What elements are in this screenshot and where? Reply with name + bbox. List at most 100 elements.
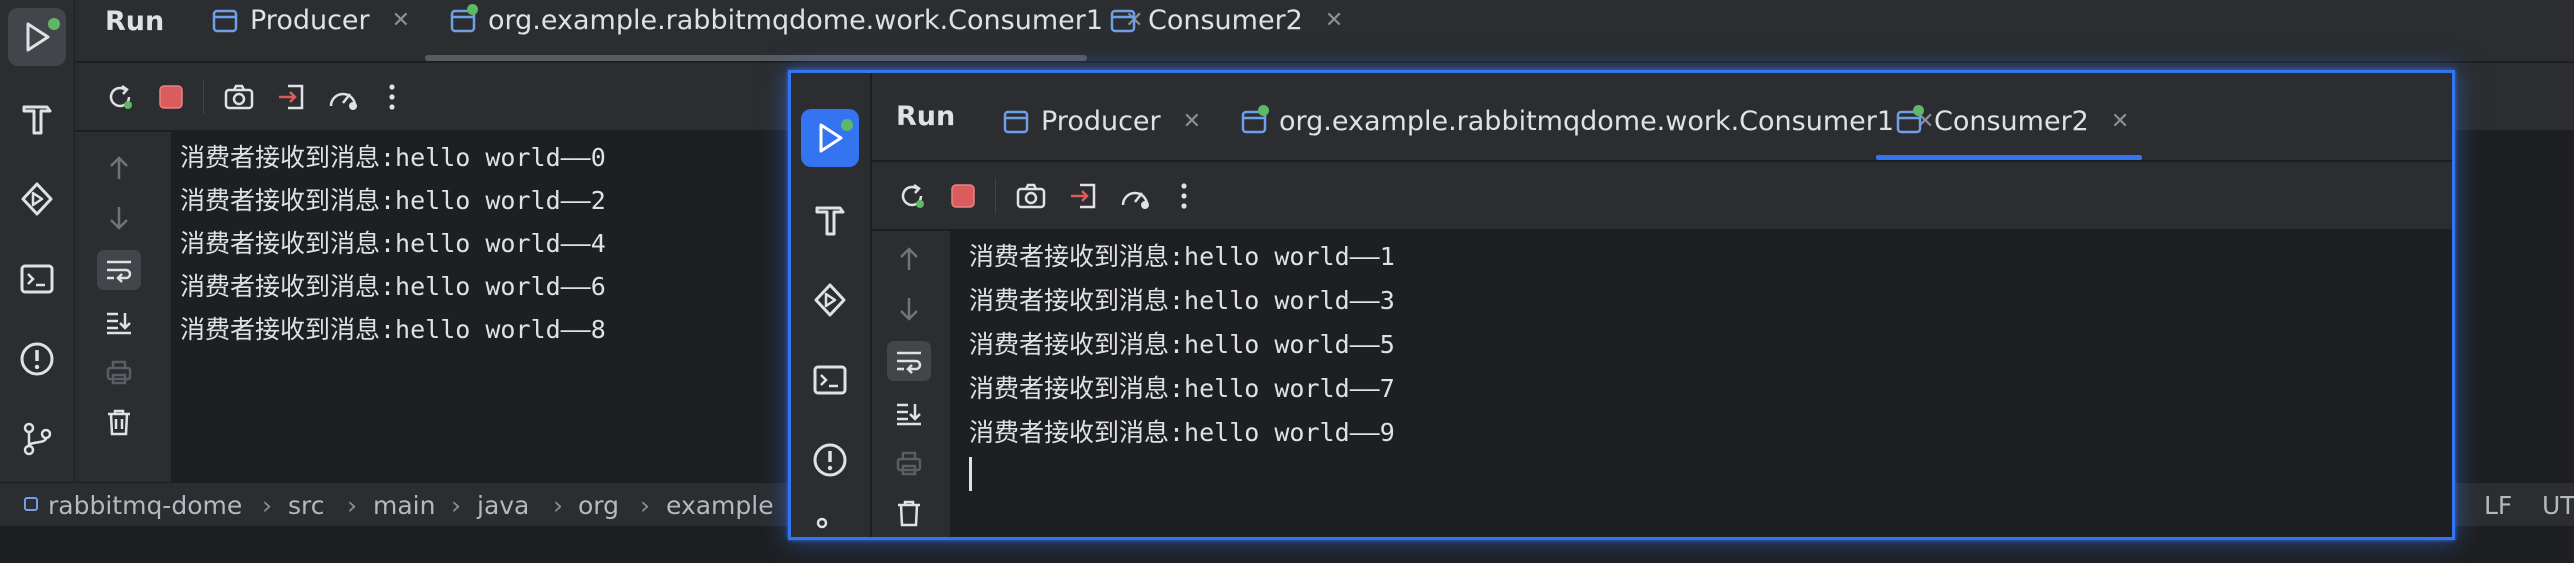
git-tool-button[interactable] bbox=[801, 505, 859, 563]
profiler-button[interactable] bbox=[323, 77, 363, 117]
services-tool-button[interactable] bbox=[801, 271, 859, 329]
screenshot-button[interactable] bbox=[219, 77, 259, 117]
rerun-icon bbox=[901, 183, 924, 208]
terminal-icon bbox=[813, 365, 847, 395]
breadcrumb-item[interactable]: example bbox=[666, 491, 774, 520]
breadcrumb-item[interactable]: org bbox=[578, 491, 619, 520]
profiler-button[interactable] bbox=[1115, 176, 1155, 216]
tool-window-title: Run bbox=[105, 6, 165, 37]
toolbar-divider bbox=[203, 80, 204, 114]
terminal-tool-button[interactable] bbox=[801, 351, 859, 409]
text-caret[interactable] bbox=[969, 457, 972, 491]
clear-all-button[interactable] bbox=[97, 402, 141, 442]
running-badge bbox=[841, 119, 853, 131]
running-badge bbox=[1258, 105, 1269, 116]
scroll-down-button[interactable] bbox=[887, 289, 931, 329]
chevron-right-icon: › bbox=[347, 491, 357, 520]
tab-producer[interactable]: Producer ✕ bbox=[1003, 101, 1201, 141]
scroll-up-icon bbox=[900, 247, 918, 270]
running-badge bbox=[1913, 105, 1924, 116]
run-tool-button[interactable] bbox=[8, 8, 66, 66]
build-hammer-icon bbox=[22, 105, 52, 135]
console-output-line: 消费者接收到消息:hello world——6 bbox=[180, 272, 606, 301]
services-tool-button[interactable] bbox=[8, 170, 66, 228]
scroll-down-icon bbox=[900, 298, 918, 321]
scroll-up-button[interactable] bbox=[97, 148, 141, 188]
chevron-right-icon: › bbox=[553, 491, 563, 520]
clear-all-button[interactable] bbox=[887, 493, 931, 533]
stop-icon bbox=[951, 184, 975, 208]
console-output-line: 消费者接收到消息:hello world——0 bbox=[180, 143, 606, 172]
close-icon[interactable]: ✕ bbox=[392, 8, 410, 33]
encoding-widget[interactable]: UT bbox=[2542, 491, 2574, 520]
breadcrumb-item[interactable]: src bbox=[288, 491, 325, 520]
running-badge bbox=[48, 18, 60, 30]
floating-run-toolbar bbox=[872, 162, 2452, 230]
more-icon bbox=[389, 84, 395, 110]
git-tool-button[interactable] bbox=[8, 410, 66, 468]
more-actions-button[interactable] bbox=[372, 77, 412, 117]
soft-wrap-icon bbox=[107, 260, 132, 283]
problems-tool-button[interactable] bbox=[801, 431, 859, 489]
selected-tab-indicator bbox=[1876, 155, 2142, 160]
scroll-to-end-button[interactable] bbox=[887, 393, 931, 433]
tab-consumer1[interactable]: org.example.rabbitmqdome.work.Consumer1 … bbox=[450, 0, 1143, 40]
build-tool-button[interactable] bbox=[801, 191, 859, 249]
module-icon bbox=[24, 497, 38, 511]
soft-wrap-button[interactable] bbox=[887, 341, 931, 381]
print-icon bbox=[896, 451, 922, 476]
tab-label: org.example.rabbitmqdome.work.Consumer1 bbox=[488, 4, 1104, 36]
print-button[interactable] bbox=[97, 352, 141, 392]
screenshot-button[interactable] bbox=[1011, 176, 1051, 216]
services-icon bbox=[21, 182, 53, 216]
run-config-icon bbox=[1110, 6, 1138, 34]
rerun-icon bbox=[109, 84, 132, 109]
exit-button[interactable] bbox=[1063, 176, 1103, 216]
trash-icon bbox=[898, 500, 920, 527]
trash-icon bbox=[108, 409, 130, 436]
build-tool-button[interactable] bbox=[8, 90, 66, 148]
running-badge bbox=[467, 4, 478, 15]
profiler-icon bbox=[1121, 191, 1149, 209]
tab-consumer1[interactable]: org.example.rabbitmqdome.work.Consumer1 … bbox=[1241, 101, 1934, 141]
exit-icon bbox=[279, 84, 304, 110]
scroll-to-end-button[interactable] bbox=[97, 302, 141, 342]
terminal-icon bbox=[20, 264, 54, 294]
soft-wrap-button[interactable] bbox=[97, 250, 141, 290]
rerun-button[interactable] bbox=[892, 176, 932, 216]
run-config-icon bbox=[1003, 107, 1031, 135]
tab-consumer2[interactable]: Consumer2 ✕ bbox=[1110, 0, 1343, 40]
screenshot-icon bbox=[1016, 183, 1046, 209]
tab-producer[interactable]: Producer ✕ bbox=[212, 0, 410, 40]
git-branch-icon bbox=[816, 517, 828, 529]
run-config-icon bbox=[1241, 105, 1269, 135]
close-icon[interactable]: ✕ bbox=[1183, 109, 1201, 134]
services-icon bbox=[814, 283, 846, 317]
run-tool-button[interactable] bbox=[801, 109, 859, 167]
tab-consumer2-selected[interactable]: Consumer2 ✕ bbox=[1896, 101, 2129, 141]
close-icon[interactable]: ✕ bbox=[1325, 8, 1343, 33]
breadcrumb-item[interactable]: rabbitmq-dome bbox=[48, 491, 242, 520]
breadcrumb-item[interactable]: main bbox=[373, 491, 435, 520]
scroll-up-button[interactable] bbox=[887, 239, 931, 279]
problems-tool-button[interactable] bbox=[8, 330, 66, 388]
stop-button[interactable] bbox=[943, 176, 983, 216]
scroll-to-end-icon bbox=[897, 403, 921, 426]
rerun-button[interactable] bbox=[100, 77, 140, 117]
terminal-tool-button[interactable] bbox=[8, 250, 66, 308]
chevron-right-icon: › bbox=[451, 491, 461, 520]
tabs-scrollbar[interactable] bbox=[425, 55, 1087, 61]
scroll-down-button[interactable] bbox=[97, 198, 141, 238]
more-actions-button[interactable] bbox=[1164, 176, 1204, 216]
problems-icon bbox=[813, 443, 847, 477]
console-output-line: 消费者接收到消息:hello world——7 bbox=[969, 374, 1395, 403]
line-separator-widget[interactable]: LF bbox=[2484, 491, 2512, 520]
exit-button[interactable] bbox=[271, 77, 311, 117]
scroll-up-icon bbox=[110, 156, 128, 179]
close-icon[interactable]: ✕ bbox=[2111, 109, 2129, 134]
run-config-icon bbox=[1896, 105, 1924, 135]
breadcrumb-item[interactable]: java bbox=[477, 491, 529, 520]
stop-button[interactable] bbox=[151, 77, 191, 117]
print-button[interactable] bbox=[887, 443, 931, 483]
git-branch-icon bbox=[23, 422, 52, 456]
